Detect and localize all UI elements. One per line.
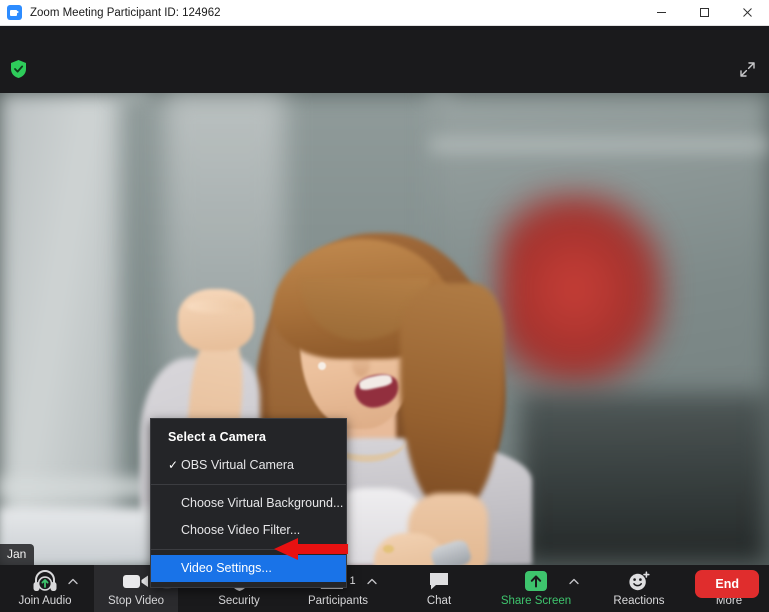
toolbar-label: Share Screen bbox=[500, 595, 572, 607]
select-camera-context-menu[interactable]: Select a Camera ✓ OBS Virtual Camera Cho… bbox=[150, 418, 347, 588]
menu-item-label: Video Settings... bbox=[181, 561, 272, 575]
participants-chevron-up-icon[interactable] bbox=[364, 573, 380, 589]
red-left-arrow-pointer bbox=[272, 538, 348, 560]
menu-item-label: OBS Virtual Camera bbox=[181, 458, 295, 472]
toolbar-label: Reactions bbox=[613, 595, 665, 607]
toolbar-label: Participants bbox=[307, 595, 369, 607]
minimize-icon[interactable] bbox=[640, 0, 683, 26]
smiley-reactions-icon bbox=[628, 569, 650, 593]
close-icon[interactable] bbox=[726, 0, 769, 26]
chat-bubble-icon bbox=[428, 569, 450, 593]
video-stage[interactable]: Jan bbox=[0, 93, 769, 565]
window-title-bar: Zoom Meeting Participant ID: 124962 bbox=[0, 0, 769, 26]
green-shield-check-icon[interactable] bbox=[9, 59, 28, 79]
toolbar-label: Join Audio bbox=[18, 595, 72, 607]
share-screen-up-arrow-icon bbox=[525, 569, 547, 593]
enter-full-screen-icon[interactable] bbox=[733, 56, 761, 82]
menu-item-choose-virtual-background[interactable]: Choose Virtual Background... bbox=[151, 490, 346, 517]
menu-item-label: Choose Virtual Background... bbox=[181, 496, 344, 510]
menu-item-obs-virtual-camera[interactable]: ✓ OBS Virtual Camera bbox=[151, 452, 346, 479]
toolbar-label: Stop Video bbox=[107, 595, 165, 607]
toolbar-label: Chat bbox=[426, 595, 452, 607]
participant-name-label: Jan bbox=[0, 544, 35, 565]
share-screen-chevron-up-icon[interactable] bbox=[566, 573, 582, 589]
end-meeting-button[interactable]: End bbox=[695, 570, 759, 598]
toolbar-button-join-audio[interactable]: Join Audio bbox=[12, 565, 78, 612]
toolbar-label: Security bbox=[218, 595, 260, 607]
window-title: Zoom Meeting Participant ID: 124962 bbox=[30, 6, 221, 19]
title-bar-left: Zoom Meeting Participant ID: 124962 bbox=[0, 5, 221, 20]
meeting-header-bar bbox=[0, 26, 769, 93]
checkmark-icon: ✓ bbox=[168, 458, 179, 472]
menu-separator bbox=[151, 484, 346, 485]
toolbar-button-chat[interactable]: Chat bbox=[410, 565, 468, 612]
participant-video-feed bbox=[0, 93, 769, 565]
window-controls bbox=[640, 0, 769, 26]
maximize-icon[interactable] bbox=[683, 0, 726, 26]
headset-join-audio-icon bbox=[32, 569, 58, 593]
video-camera-icon bbox=[122, 569, 150, 593]
meeting-toolbar: Join Audio Stop Video Security 1 Partici… bbox=[0, 565, 769, 612]
menu-item-label: Choose Video Filter... bbox=[181, 523, 301, 537]
toolbar-button-share-screen[interactable]: Share Screen bbox=[494, 565, 579, 612]
menu-header-select-a-camera: Select a Camera bbox=[168, 430, 267, 444]
toolbar-button-reactions[interactable]: Reactions bbox=[606, 565, 672, 612]
join-audio-chevron-up-icon[interactable] bbox=[65, 573, 81, 589]
zoom-logo-icon bbox=[7, 5, 22, 20]
participants-count-badge: 1 bbox=[349, 575, 356, 587]
